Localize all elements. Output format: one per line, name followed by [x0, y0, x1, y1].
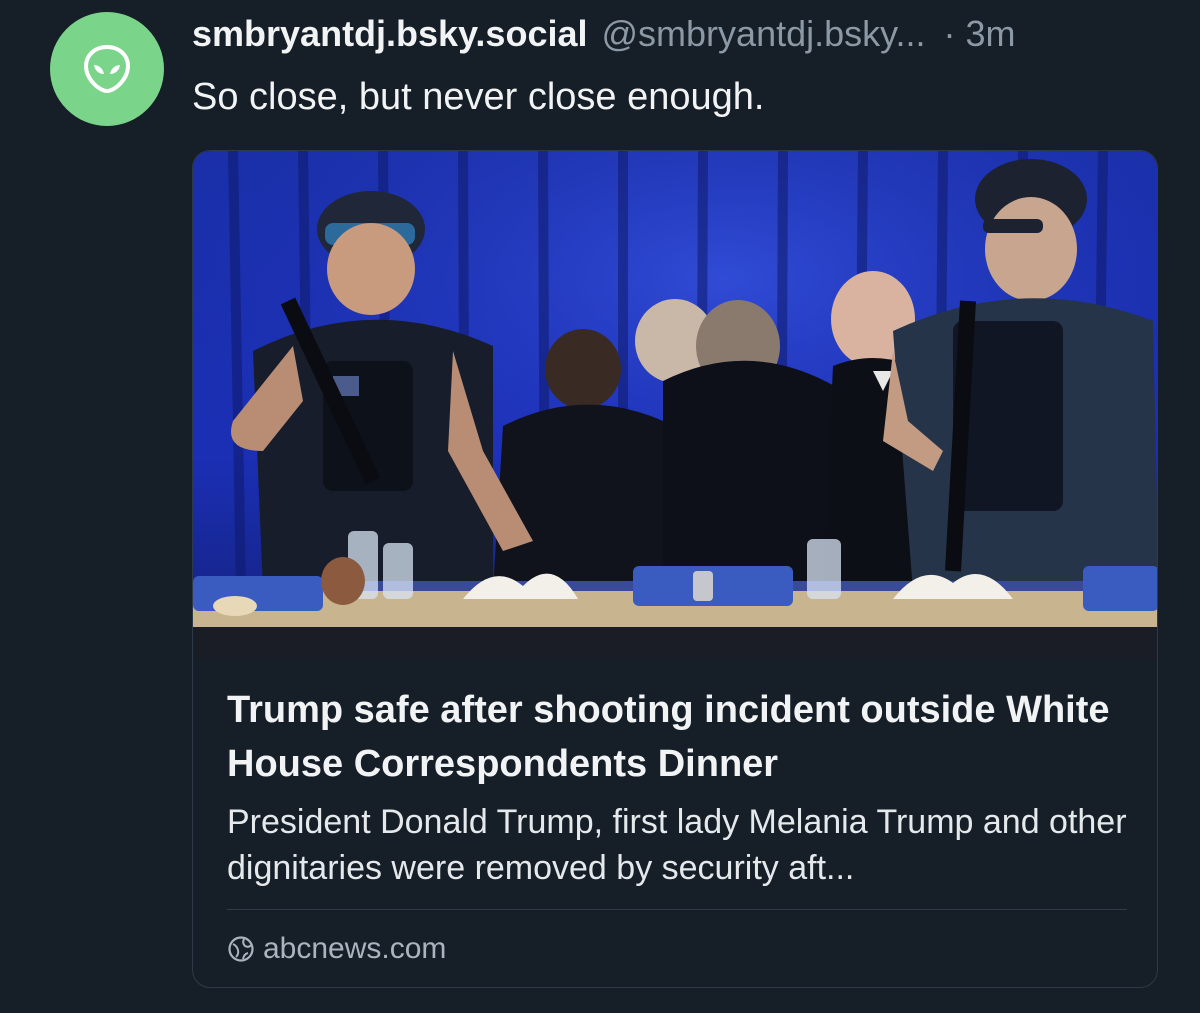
news-photo [193, 151, 1157, 659]
post-header: smbryantdj.bsky.social @smbryantdj.bsky.… [192, 10, 1162, 58]
display-name[interactable]: smbryantdj.bsky.social [192, 10, 588, 58]
handle[interactable]: @smbryantdj.bsky... [602, 10, 926, 58]
divider [227, 909, 1127, 910]
alien-icon [84, 45, 130, 93]
link-card-source[interactable]: abcnews.com [227, 929, 446, 969]
globe-icon [227, 935, 255, 963]
link-card-title[interactable]: Trump safe after shooting incident outsi… [227, 683, 1127, 791]
separator: · [943, 13, 956, 54]
link-card[interactable]: Trump safe after shooting incident outsi… [192, 150, 1158, 988]
link-card-thumbnail [193, 151, 1157, 659]
timestamp[interactable]: 3m [965, 10, 1015, 58]
link-card-domain: abcnews.com [263, 932, 447, 965]
post-text: So close, but never close enough. [192, 76, 765, 118]
avatar[interactable] [50, 12, 164, 126]
post[interactable]: smbryantdj.bsky.social @smbryantdj.bsky.… [0, 0, 1200, 1013]
link-card-description: President Donald Trump, first lady Melan… [227, 803, 1127, 887]
